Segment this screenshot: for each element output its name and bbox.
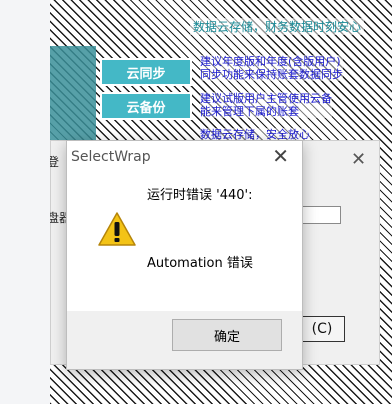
background-close-icon[interactable]: ✕ bbox=[351, 149, 366, 170]
background-label-1: 登 bbox=[50, 155, 60, 169]
background-teal-panel bbox=[50, 46, 96, 154]
ok-button[interactable]: 确定 bbox=[172, 319, 282, 351]
dialog-title: SelectWrap bbox=[71, 149, 151, 165]
selectwrap-error-dialog: SelectWrap ✕ 运行时错误 '440': Automation 错误 … bbox=[66, 140, 303, 370]
cloud-sync-description: 建议年度版和年度(含版用户) 同步功能来保持账套数据同步 bbox=[200, 55, 343, 81]
cloud-backup-desc-line2: 能来管理下属的账套 bbox=[200, 105, 299, 118]
background-c-button[interactable]: (C) bbox=[299, 316, 345, 342]
close-icon[interactable]: ✕ bbox=[272, 146, 289, 166]
cloud-sync-desc-line1: 建议年度版和年度(含版用户) bbox=[200, 55, 341, 68]
cloud-sync-desc-line2: 同步功能来保持账套数据同步 bbox=[200, 68, 343, 81]
cloud-sync-button[interactable]: 云同步 bbox=[100, 58, 192, 86]
cloud-backup-description: 建议试版用户主管使用云备 能来管理下属的账套 bbox=[200, 92, 332, 118]
background-banner-text: 数据云存储，财务数据时刻安心 bbox=[190, 18, 365, 35]
cloud-backup-button[interactable]: 云备份 bbox=[100, 92, 192, 120]
warning-icon bbox=[98, 212, 136, 246]
cloud-backup-desc-line1: 建议试版用户主管使用云备 bbox=[200, 92, 332, 105]
error-message-line1: 运行时错误 '440': bbox=[147, 188, 253, 203]
left-margin bbox=[0, 0, 50, 404]
error-message-line2: Automation 错误 bbox=[147, 256, 253, 271]
